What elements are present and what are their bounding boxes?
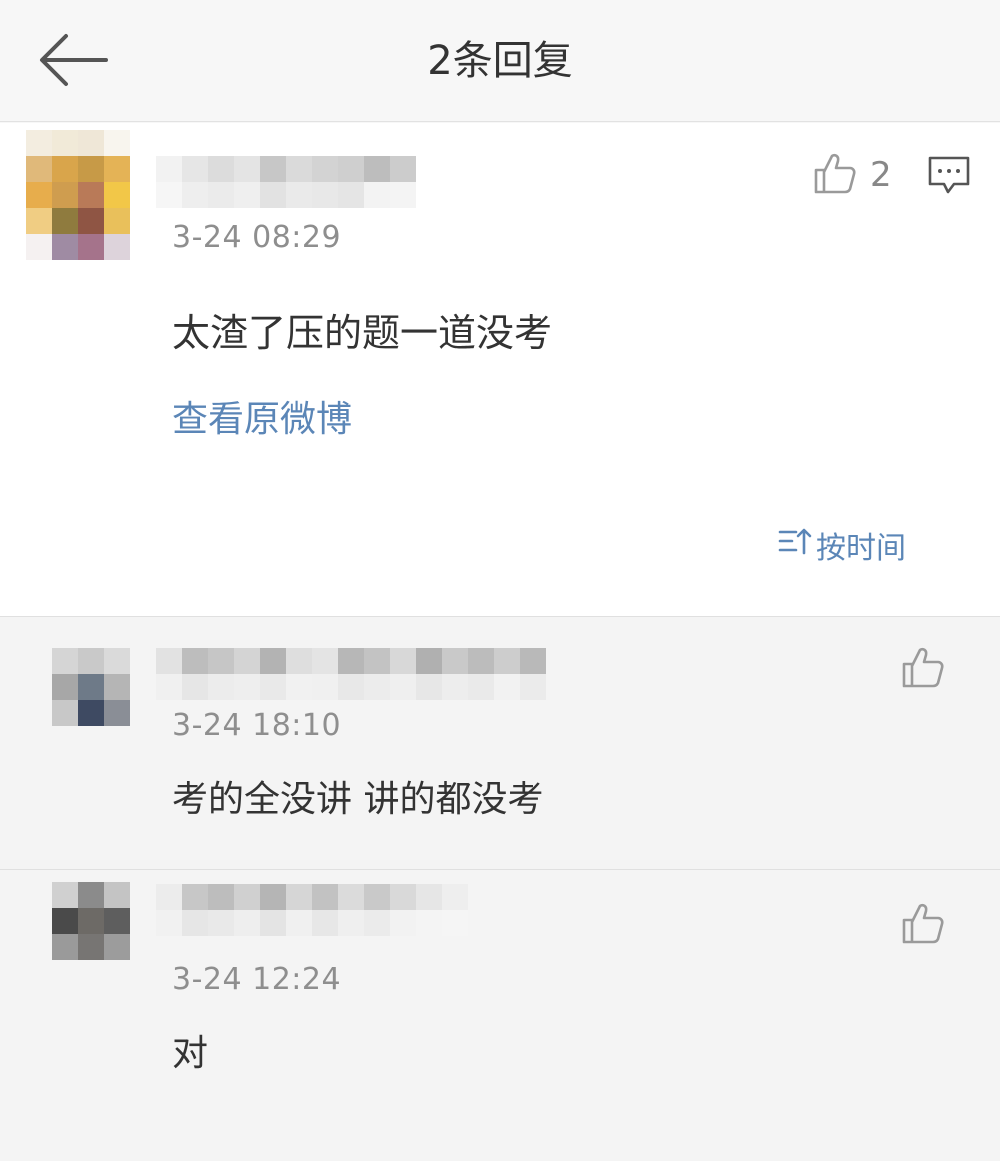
comment-bubble-icon[interactable] (926, 152, 972, 198)
thumbs-up-icon (900, 900, 946, 950)
comment-timestamp: 3-24 08:29 (172, 220, 342, 255)
thumbs-up-icon (812, 150, 858, 200)
like-button[interactable] (900, 900, 946, 950)
reply-item (0, 870, 1000, 1161)
thumbs-up-icon (900, 644, 946, 694)
username-blurred[interactable] (156, 156, 416, 208)
avatar[interactable] (52, 882, 130, 960)
view-original-weibo-link[interactable]: 查看原微博 (172, 390, 352, 442)
username-blurred[interactable] (156, 648, 546, 700)
comment-text: 太渣了压的题一道没考 (172, 311, 553, 355)
page-title: 2条回复 (427, 38, 573, 84)
like-button[interactable]: 2 (812, 150, 892, 200)
sort-label: 按时间 (816, 531, 906, 566)
sort-icon (776, 523, 816, 567)
reply-text: 考的全没讲 讲的都没考 (172, 779, 544, 820)
username-blurred[interactable] (156, 884, 468, 936)
like-button[interactable] (900, 644, 946, 694)
reply-text: 对 (172, 1033, 209, 1074)
avatar[interactable] (52, 648, 130, 726)
reply-page: 2条回复 2 3-24 08:29 太渣了压的题一道没考 查看原微博 按时间 3… (0, 0, 1000, 1161)
reply-timestamp: 3-24 12:24 (172, 962, 342, 997)
sort-by-time-button[interactable]: 按时间 (776, 523, 906, 567)
navigation-bar: 2条回复 (0, 0, 1000, 122)
like-count: 2 (870, 155, 892, 195)
reply-timestamp: 3-24 18:10 (172, 708, 342, 743)
avatar[interactable] (26, 130, 130, 260)
